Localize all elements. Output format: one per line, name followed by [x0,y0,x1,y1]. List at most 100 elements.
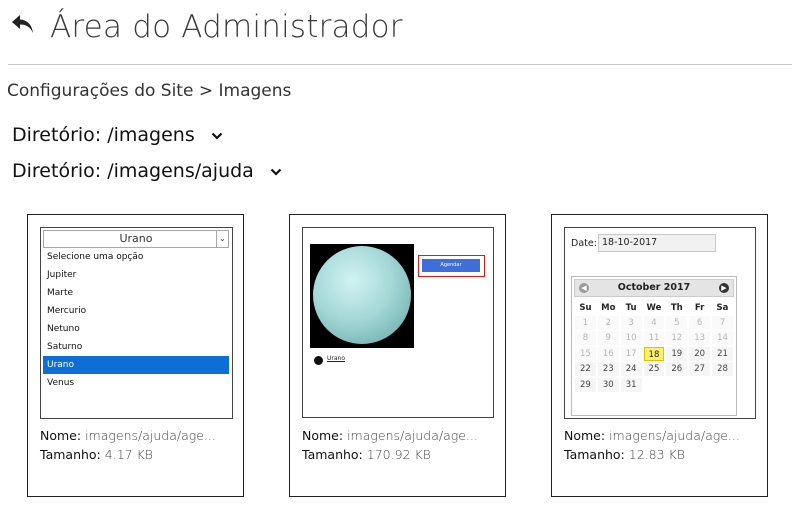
calendar-day-disabled: 16 [597,346,619,361]
weekday: Fr [694,303,705,313]
preview-option: Jupiter [47,270,77,280]
breadcrumb-separator: > [198,81,214,101]
header-divider [8,64,792,65]
calendar-week: 29 30 31 [574,377,734,393]
calendar-day: 20 [689,346,711,361]
file-size: Tamanho: 12.83 KB [564,447,685,462]
file-name-label: Nome: [564,428,606,443]
calendar-day-disabled: 11 [643,331,665,345]
preview-option-selected: Urano [43,356,229,374]
breadcrumb-current: Imagens [218,81,292,101]
next-month-icon: ▶ [719,283,729,293]
image-thumbnail[interactable]: Urano ⌄ Selecione uma opção Jupiter Mart… [40,227,233,419]
calendar-day: 26 [666,362,688,376]
preview-option: Marte [47,288,74,298]
highlight-box: Agendar [418,255,485,277]
calendar-day-disabled: 10 [620,331,642,345]
calendar-day-disabled: 12 [666,331,688,345]
preview-option: Selecione uma opção [47,252,144,262]
uranus-planet [313,246,411,344]
directory-toggle-imagens[interactable]: Diretório: /imagens [12,124,223,146]
calendar-day: 25 [643,362,665,376]
file-name-value: imagens/ajuda/age... [347,428,478,443]
calendar-day-disabled: 5 [666,315,688,330]
file-name: Nome: imagens/ajuda/age... [40,428,216,443]
image-thumbnail[interactable]: Agendar Urano [302,227,494,418]
directory-label: Diretório: /imagens [12,124,195,146]
file-name: Nome: imagens/ajuda/age... [302,428,478,443]
calendar-day-disabled: 7 [712,315,733,330]
directory-label: Diretório: /imagens/ajuda [12,160,254,182]
calendar-grid: Su Mo Tu We Th Fr Sa 1 2 3 4 5 6 7 8 9 10 11 12 13 14… [574,301,734,393]
preview-select: Urano ⌄ [43,230,229,248]
calendar-empty-cell [689,378,710,392]
preview-date-input: 18-10-2017 [598,234,716,252]
weekday: We [646,303,662,313]
calendar-day: 28 [712,362,733,376]
preview-date-label: Date: [571,238,597,249]
calendar-day-disabled: 2 [597,315,619,330]
file-size-value: 4.17 KB [104,447,153,462]
preview-option: Saturno [47,342,83,352]
image-card: Urano ⌄ Selecione uma opção Jupiter Mart… [27,214,244,497]
file-size-label: Tamanho: [564,447,625,462]
calendar-day: 23 [597,362,619,376]
page-title: Área do Administrador [50,9,403,45]
preview-agendar-button: Agendar [422,259,480,272]
image-card: Agendar Urano Nome: imagens/ajuda/age...… [289,214,506,497]
calendar-week: 15 16 17 18 19 20 21 [574,346,734,362]
file-size: Tamanho: 170.92 KB [302,447,431,462]
chevron-down-icon [270,168,282,176]
preview-option: Venus [47,378,75,388]
calendar-day: 29 [575,377,596,392]
calendar-day-disabled: 4 [643,315,665,330]
calendar-day: 22 [575,362,596,376]
calendar-weekdays: Su Mo Tu We Th Fr Sa [574,301,734,315]
calendar-day-disabled: 8 [575,331,596,345]
breadcrumb-parent[interactable]: Configurações do Site [7,81,193,101]
calendar-day-selected: 18 [643,346,665,361]
calendar-month: October 2017 [617,282,691,293]
weekday: Mo [601,303,616,313]
calendar-week: 1234567 [574,315,734,331]
calendar-day-disabled: 9 [597,331,619,345]
calendar-empty-cell [644,378,665,392]
file-size-value: 12.83 KB [628,447,685,462]
calendar-day-disabled: 3 [620,315,642,330]
calendar-day-disabled: 13 [689,331,711,345]
calendar-day: 27 [689,362,711,376]
calendar-day: 31 [620,377,642,392]
calendar-header: ◀ October 2017 ▶ [574,279,734,297]
calendar-empty-cell [712,378,733,392]
calendar-day-disabled: 17 [620,346,642,361]
file-name-label: Nome: [302,428,344,443]
weekday: Th [670,303,683,313]
file-size-label: Tamanho: [302,447,363,462]
image-card: Date: 18-10-2017 ◀ October 2017 ▶ Su Mo … [551,214,768,497]
directory-toggle-imagens-ajuda[interactable]: Diretório: /imagens/ajuda [12,160,282,182]
calendar-day: 19 [666,346,688,361]
planet-image [310,244,414,348]
file-name-label: Nome: [40,428,82,443]
header: Área do Administrador [0,0,792,64]
file-name-value: imagens/ajuda/age... [85,428,216,443]
weekday: Su [579,303,592,313]
weekday: Tu [625,303,637,313]
preview-option-list: Selecione uma opção Jupiter Marte Mercur… [43,248,229,392]
calendar-week: 22 23 24 25 26 27 28 [574,362,734,378]
preview-option: Netuno [47,324,80,334]
calendar-day-disabled: 15 [575,346,596,361]
back-arrow-icon[interactable] [10,12,36,38]
preview-link: Urano [327,355,346,362]
file-size: Tamanho: 4.17 KB [40,447,153,462]
image-thumbnail[interactable]: Date: 18-10-2017 ◀ October 2017 ▶ Su Mo … [564,227,756,419]
calendar-day-disabled: 1 [575,315,596,330]
calendar-day: 24 [620,362,642,376]
weekday: Sa [716,303,729,313]
preview-calendar: ◀ October 2017 ▶ Su Mo Tu We Th Fr Sa 12… [571,276,737,416]
file-size-value: 170.92 KB [366,447,431,462]
chevron-down-icon [211,132,223,140]
breadcrumb: Configurações do Site > Imagens [7,81,291,101]
file-size-label: Tamanho: [40,447,101,462]
globe-icon [314,356,323,365]
